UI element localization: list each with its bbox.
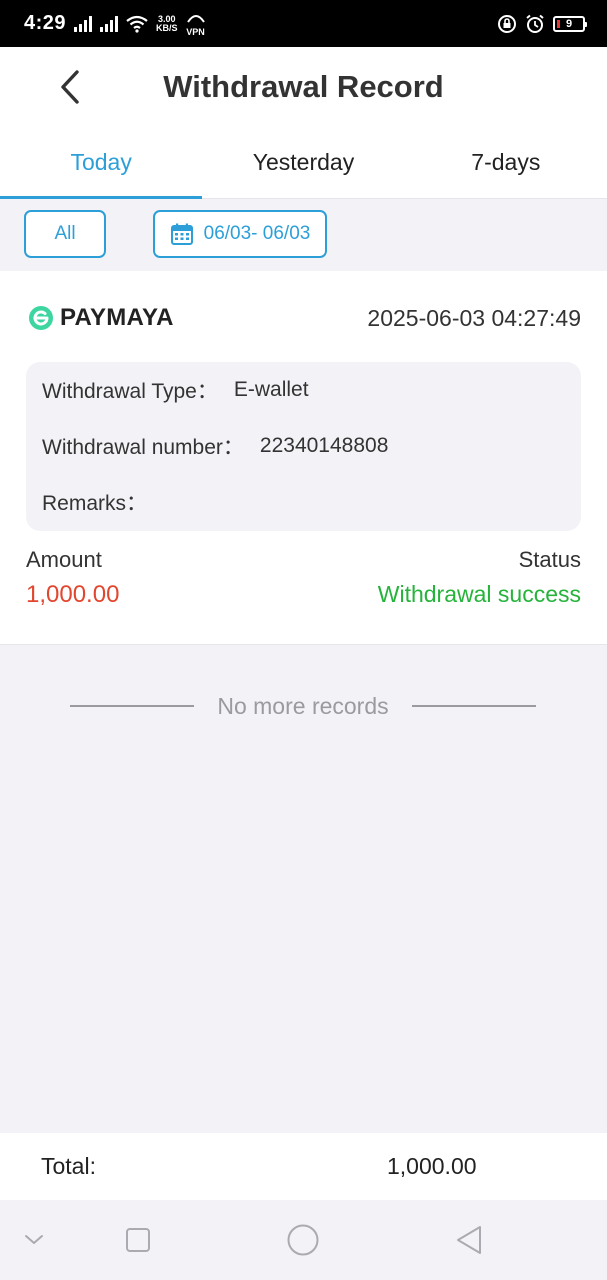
vpn-key-icon — [186, 15, 205, 23]
home-circle-icon — [287, 1224, 319, 1256]
recents-square-icon — [126, 1228, 150, 1252]
signal-icon — [74, 15, 93, 32]
filter-all-button[interactable]: All — [24, 210, 106, 258]
date-range-label: 06/03- 06/03 — [203, 223, 311, 244]
battery-level: 9 — [565, 17, 573, 30]
withdrawal-number-value: 22340148808 — [259, 434, 389, 457]
paymaya-logo-icon — [29, 306, 53, 330]
amount-status-row: Amount 1,000.00 Status Withdrawal succes… — [26, 547, 581, 609]
collapse-chevron-icon — [25, 1235, 43, 1244]
list-end-indicator: No more records — [70, 690, 536, 722]
nav-recents-button[interactable] — [122, 1224, 154, 1256]
network-speed-unit: KB/S — [156, 22, 178, 33]
page-title: Withdrawal Record — [163, 69, 444, 104]
vpn-label: VPN — [186, 27, 205, 37]
screen: 4:29 3.00 KB/S VPN 9 Withdrawal Record T… — [0, 0, 607, 1280]
date-tabs: Today Yesterday 7-days — [0, 127, 607, 199]
vpn-indicator: VPN — [186, 10, 206, 37]
record-details: Withdrawal Type： E-wallet Withdrawal num… — [26, 362, 581, 531]
withdrawal-type-label: Withdrawal Type： — [42, 380, 218, 403]
divider-left — [70, 705, 194, 707]
withdrawal-number-label: Withdrawal number： — [42, 436, 244, 459]
battery-icon: 9 — [553, 15, 587, 32]
status-bar: 4:29 3.00 KB/S VPN 9 — [0, 0, 607, 47]
nav-back-button[interactable] — [452, 1222, 486, 1258]
tab-today[interactable]: Today — [0, 127, 203, 199]
withdrawal-type-row: Withdrawal Type： E-wallet — [42, 362, 565, 418]
back-triangle-icon — [457, 1226, 481, 1254]
total-label: Total: — [41, 1153, 96, 1179]
withdrawal-number-row: Withdrawal number： 22340148808 — [42, 418, 565, 474]
wifi-icon — [126, 15, 148, 33]
status-bar-left: 4:29 3.00 KB/S VPN — [24, 10, 206, 37]
status-label: Status — [518, 547, 581, 572]
remarks-label: Remarks： — [42, 492, 148, 515]
filter-bar: All 06/03- 06/03 — [0, 199, 607, 271]
date-range-button[interactable]: 06/03- 06/03 — [153, 210, 327, 258]
status-column: Status Withdrawal success — [378, 547, 581, 609]
chevron-left-icon — [61, 70, 79, 104]
remarks-row: Remarks： — [42, 474, 565, 530]
nav-home-button[interactable] — [285, 1222, 321, 1258]
brand-name: PAYMAYA — [60, 304, 174, 331]
divider-right — [412, 705, 536, 707]
status-time: 4:29 — [24, 12, 67, 34]
total-bar: Total: 1,000.00 — [0, 1133, 607, 1200]
status-bar-right: 9 — [497, 14, 587, 34]
withdrawal-type-value: E-wallet — [233, 378, 309, 401]
signal-icon-2 — [100, 15, 119, 32]
back-button[interactable] — [52, 67, 88, 107]
list-end-text: No more records — [217, 692, 389, 719]
calendar-icon — [170, 223, 193, 245]
tab-yesterday[interactable]: Yesterday — [202, 127, 404, 198]
amount-value: 1,000.00 — [26, 581, 120, 608]
system-nav-bar — [0, 1200, 607, 1280]
nav-collapse-button[interactable] — [20, 1228, 48, 1252]
withdrawal-record-card[interactable]: PAYMAYA 2025-06-03 04:27:49 Withdrawal T… — [0, 271, 607, 645]
payment-brand: PAYMAYA — [28, 304, 174, 332]
alarm-icon — [526, 14, 544, 33]
total-value: 1,000.00 — [387, 1153, 477, 1179]
record-header: PAYMAYA 2025-06-03 04:27:49 — [28, 301, 581, 335]
network-speed: 3.00 KB/S — [156, 14, 178, 33]
rotation-lock-icon — [498, 14, 516, 33]
status-value: Withdrawal success — [377, 581, 581, 607]
app-header: Withdrawal Record — [0, 47, 607, 127]
tab-7-days[interactable]: 7-days — [405, 127, 607, 198]
amount-label: Amount — [26, 547, 102, 572]
amount-column: Amount 1,000.00 — [26, 547, 119, 609]
record-datetime: 2025-06-03 04:27:49 — [367, 304, 581, 331]
